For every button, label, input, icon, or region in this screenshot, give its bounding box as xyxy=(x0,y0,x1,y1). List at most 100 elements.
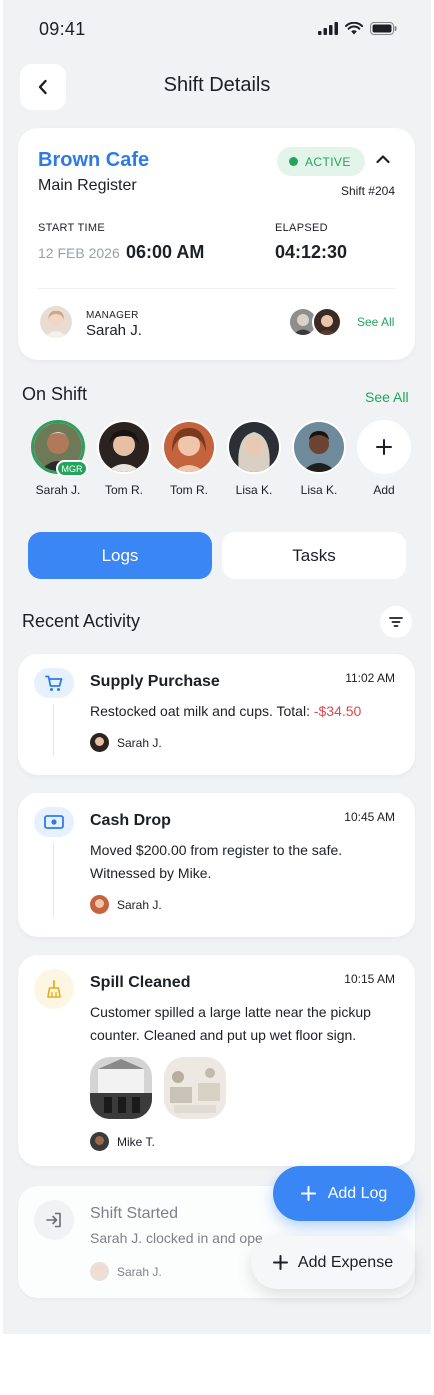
filter-button[interactable] xyxy=(380,606,412,638)
register-name: Main Register xyxy=(38,177,137,194)
login-icon xyxy=(46,1212,61,1228)
elapsed-label: ELAPSED xyxy=(275,222,328,234)
see-all-on-shift-link[interactable]: See All xyxy=(365,389,409,405)
on-shift-title: On Shift xyxy=(22,384,88,404)
start-time-label: START TIME xyxy=(38,222,105,234)
manager-avatar xyxy=(40,306,72,338)
plus-icon xyxy=(300,1186,316,1201)
add-expense-button[interactable]: Add Expense xyxy=(251,1236,415,1289)
activity-title: Supply Purchase xyxy=(90,673,220,690)
manager-label: MANAGER xyxy=(86,310,139,321)
activity-item[interactable]: Cash Drop 10:45 AM Moved $200.00 from re… xyxy=(18,793,415,937)
shift-number: Shift #204 xyxy=(340,184,395,198)
collapse-button[interactable] xyxy=(375,152,391,170)
status-badge: ACTIVE xyxy=(277,147,365,176)
avatar xyxy=(227,420,281,474)
recent-activity-title: Recent Activity xyxy=(22,611,141,631)
timeline-line xyxy=(53,704,54,756)
activity-icon xyxy=(34,969,74,1009)
activity-title: Cash Drop xyxy=(90,812,171,829)
activity-icon xyxy=(34,668,74,698)
team-avatars[interactable] xyxy=(288,307,342,337)
activity-icon xyxy=(34,1200,74,1240)
add-log-label: Add Log xyxy=(327,1184,388,1202)
status-bar: 09:41 xyxy=(3,0,431,60)
user-name: Sarah J. xyxy=(117,897,162,912)
start-date: 12 FEB 2026 xyxy=(38,245,120,261)
activity-title: Spill Cleaned xyxy=(90,974,191,991)
activity-item[interactable]: Spill Cleaned 10:15 AM Customer spilled … xyxy=(18,955,415,1166)
avatar xyxy=(97,420,151,474)
crew-member-sarah[interactable]: MGR Sarah J. xyxy=(30,420,88,497)
activity-description: Restocked oat milk and cups. Total: -$34… xyxy=(90,703,362,719)
activity-description: Customer spilled a large latte near the … xyxy=(90,1004,371,1043)
amount: -$34.50 xyxy=(313,703,362,719)
elapsed-value: 04:12:30 xyxy=(275,242,348,262)
cash-icon xyxy=(44,815,64,829)
add-log-button[interactable]: Add Log xyxy=(273,1166,415,1221)
status-time: 09:41 xyxy=(39,19,86,39)
card-divider xyxy=(38,288,395,289)
cafe-name: Brown Cafe xyxy=(38,149,150,171)
crew-name: Sarah J. xyxy=(35,483,81,497)
status-text: ACTIVE xyxy=(305,154,351,169)
plus-icon xyxy=(272,1255,288,1270)
activity-item[interactable]: Supply Purchase 11:02 AM Restocked oat m… xyxy=(18,654,415,775)
avatar xyxy=(90,1262,109,1281)
activity-user: Sarah J. xyxy=(90,733,162,752)
crew-name: Lisa K. xyxy=(300,483,338,497)
add-circle xyxy=(357,420,411,474)
on-shift-list: MGR Sarah J. Tom R. Tom R. Lisa K. Lisa … xyxy=(30,420,420,502)
crew-member-lisa-2[interactable]: Lisa K. xyxy=(291,420,347,497)
attachment-photo[interactable] xyxy=(90,1057,152,1119)
add-label: Add xyxy=(373,483,395,497)
timeline-line xyxy=(53,843,54,917)
activity-title: Shift Started xyxy=(90,1205,179,1222)
manager-badge: MGR xyxy=(56,460,88,477)
activity-time: 10:15 AM xyxy=(344,972,395,986)
avatar xyxy=(162,420,216,474)
user-name: Sarah J. xyxy=(117,735,162,750)
crew-name: Lisa K. xyxy=(235,483,273,497)
avatar xyxy=(90,895,109,914)
avatar xyxy=(312,307,342,337)
tab-logs[interactable]: Logs xyxy=(28,532,212,579)
status-icons xyxy=(318,22,397,35)
cart-icon xyxy=(45,675,63,691)
tab-tasks[interactable]: Tasks xyxy=(222,532,406,579)
activity-description: Sarah J. clocked in and ope xyxy=(90,1230,263,1246)
avatar xyxy=(90,733,109,752)
status-dot xyxy=(289,157,298,166)
activity-description: Moved $200.00 from register to the safe.… xyxy=(90,842,343,881)
plus-icon xyxy=(376,439,392,455)
crew-name: Tom R. xyxy=(104,483,143,497)
filter-icon xyxy=(389,617,403,627)
user-name: Sarah J. xyxy=(117,1264,162,1279)
activity-user: Mike T. xyxy=(90,1132,155,1151)
page-title: Shift Details xyxy=(163,74,271,96)
crew-member-tom-2[interactable]: Tom R. xyxy=(161,420,217,497)
crew-name: Tom R. xyxy=(169,483,208,497)
activity-user: Sarah J. xyxy=(90,895,162,914)
activity-user: Sarah J. xyxy=(90,1262,162,1281)
crew-member-lisa[interactable]: Lisa K. xyxy=(226,420,282,497)
chevron-up-icon xyxy=(376,155,390,164)
activity-time: 10:45 AM xyxy=(344,810,395,824)
user-name: Mike T. xyxy=(117,1134,155,1149)
crew-member-tom[interactable]: Tom R. xyxy=(96,420,152,497)
wifi-icon xyxy=(345,22,363,35)
attachment-photo[interactable] xyxy=(164,1057,226,1119)
start-time-value: 06:00 AM xyxy=(126,242,205,262)
app-screen: 09:41 Shift Details Brown Cafe Main Regi… xyxy=(3,0,431,1334)
battery-icon xyxy=(370,22,397,35)
avatar xyxy=(90,1132,109,1151)
manager-name: Sarah J. xyxy=(86,322,142,339)
see-all-team-link[interactable]: See All xyxy=(357,315,394,329)
broom-icon xyxy=(47,980,61,998)
add-expense-label: Add Expense xyxy=(297,1253,394,1271)
add-crew-button[interactable]: Add xyxy=(356,420,412,497)
activity-time: 11:02 AM xyxy=(345,671,395,685)
activity-icon xyxy=(34,807,74,837)
shift-summary-card: Brown Cafe Main Register ACTIVE Shift #2… xyxy=(18,128,415,360)
signal-icon xyxy=(318,22,338,35)
